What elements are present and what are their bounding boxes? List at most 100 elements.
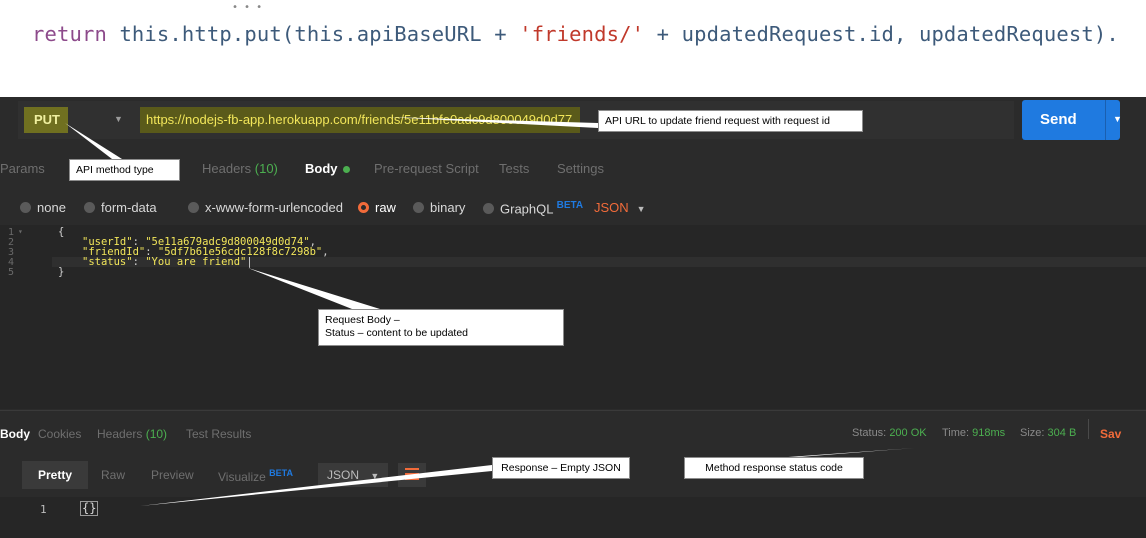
tab-headers[interactable]: Headers (10) bbox=[202, 161, 278, 176]
send-button[interactable]: Send ▼ bbox=[1022, 100, 1122, 140]
code-string-literal: 'friends/' bbox=[519, 22, 645, 46]
annotation-response: Response – Empty JSON bbox=[492, 457, 630, 479]
resp-tab-headers[interactable]: Headers (10) bbox=[97, 427, 167, 441]
method-label: PUT bbox=[24, 107, 68, 133]
annotation-url: API URL to update friend request with re… bbox=[598, 110, 863, 132]
field-trail: , bbox=[322, 246, 329, 258]
url-bar-row: PUT ▼ https://nodejs-fb-app.herokuapp.co… bbox=[0, 97, 1146, 144]
code-line-status: "status": "You are friend"| bbox=[82, 256, 253, 268]
view-preview[interactable]: Preview bbox=[151, 468, 194, 482]
open-brace: { bbox=[58, 226, 65, 238]
radio-binary[interactable]: binary bbox=[413, 200, 465, 215]
chevron-down-icon: ▼ bbox=[636, 204, 646, 214]
close-brace: } bbox=[58, 266, 65, 278]
request-body-editor[interactable]: 1 ▾ 2 3 4 5 { "userId": "5e11a679adc9d80… bbox=[0, 225, 1146, 409]
code-snippet-line: return this.http.put(this.apiBaseURL + '… bbox=[32, 22, 1119, 46]
radio-graphql-label: GraphQL bbox=[500, 201, 553, 217]
radio-binary-label: binary bbox=[430, 200, 466, 215]
body-format-label: JSON bbox=[594, 200, 629, 215]
time-label: Time: bbox=[942, 427, 970, 439]
status-code: Status: 200 OK bbox=[852, 427, 927, 439]
resp-tab-body[interactable]: Body bbox=[0, 427, 30, 441]
view-pretty[interactable]: Pretty bbox=[38, 468, 72, 482]
visualize-beta-badge: BETA bbox=[269, 468, 293, 478]
wrap-lines-icon bbox=[405, 468, 419, 482]
send-options-chevron-icon[interactable]: ▼ bbox=[1113, 114, 1122, 124]
field-key: "status" bbox=[82, 256, 133, 268]
line-number: 5 bbox=[8, 267, 15, 278]
body-indicator-dot-icon bbox=[342, 166, 350, 174]
fold-chevron-icon[interactable]: ▾ bbox=[18, 227, 23, 236]
annotation-status-code: Method response status code bbox=[684, 457, 864, 479]
tab-pre-request-script[interactable]: Pre-request Script bbox=[374, 161, 479, 176]
code-fold-dots: • • • bbox=[232, 2, 263, 13]
url-text: https://nodejs-fb-app.herokuapp.com/frie… bbox=[140, 107, 581, 133]
method-select[interactable]: PUT ▼ bbox=[18, 101, 134, 139]
tab-headers-label: Headers bbox=[202, 161, 252, 176]
status-value: 200 OK bbox=[889, 427, 927, 439]
tab-headers-count: (10) bbox=[254, 161, 278, 176]
response-tabs: Body Cookies Headers (10) Test Results S… bbox=[0, 423, 1146, 447]
radio-icon bbox=[20, 202, 31, 213]
code-line-open: { bbox=[58, 226, 64, 238]
tab-params[interactable]: Params bbox=[0, 161, 45, 176]
editor-gutter: 1 ▾ 2 3 4 5 bbox=[0, 225, 52, 409]
response-line-number: 1 bbox=[40, 503, 47, 516]
wrap-lines-button[interactable] bbox=[398, 463, 426, 487]
radio-none[interactable]: none bbox=[20, 200, 66, 215]
view-visualize[interactable]: Visualize BETA bbox=[218, 468, 293, 484]
radio-form-data[interactable]: form-data bbox=[84, 200, 157, 215]
radio-icon bbox=[413, 202, 424, 213]
body-type-options: none form-data x-www-form-urlencoded raw… bbox=[0, 194, 1146, 222]
view-raw[interactable]: Raw bbox=[101, 468, 125, 482]
body-format-select[interactable]: JSON ▼ bbox=[594, 200, 646, 215]
view-visualize-label: Visualize bbox=[218, 470, 266, 484]
response-format-label: JSON bbox=[327, 468, 360, 482]
annotation-request-body-line-2: Status – content to be updated bbox=[325, 327, 469, 339]
response-content: {} bbox=[80, 501, 99, 516]
response-body-viewer[interactable]: 1 {} bbox=[0, 497, 1146, 538]
annotation-method: API method type bbox=[69, 159, 180, 181]
text-cursor: | bbox=[246, 256, 253, 268]
response-time: Time: 918ms bbox=[942, 427, 1005, 439]
response-size: Size: 304 B bbox=[1020, 427, 1076, 439]
response-format-select[interactable]: JSON ▼ bbox=[318, 463, 388, 487]
code-snippet-strip: • • • return this.http.put(this.apiBaseU… bbox=[0, 0, 1146, 56]
radio-raw-label: raw bbox=[375, 200, 396, 215]
annotation-request-body: Request Body – Status – content to be up… bbox=[318, 309, 564, 346]
save-separator bbox=[1088, 419, 1089, 439]
send-divider bbox=[1105, 100, 1106, 140]
annotation-request-body-line-1: Request Body – bbox=[325, 314, 400, 326]
resp-tab-headers-label: Headers bbox=[97, 427, 143, 441]
tab-body[interactable]: Body bbox=[305, 161, 350, 176]
radio-icon bbox=[84, 202, 95, 213]
resp-tab-cookies[interactable]: Cookies bbox=[38, 427, 81, 441]
url-input[interactable]: https://nodejs-fb-app.herokuapp.com/frie… bbox=[134, 101, 1014, 139]
save-response-button[interactable]: Sav bbox=[1100, 427, 1121, 441]
send-label: Send bbox=[1040, 111, 1077, 128]
radio-icon bbox=[188, 202, 199, 213]
field-value: "You are friend" bbox=[145, 256, 247, 268]
graphql-beta-badge: BETA bbox=[556, 200, 584, 211]
response-divider bbox=[0, 410, 1146, 411]
size-label: Size: bbox=[1020, 427, 1045, 439]
tab-settings[interactable]: Settings bbox=[557, 161, 604, 176]
resp-tab-test-results[interactable]: Test Results bbox=[186, 427, 251, 441]
resp-tab-headers-count: (10) bbox=[145, 427, 168, 441]
radio-graphql[interactable]: GraphQL BETA bbox=[483, 200, 583, 216]
radio-none-label: none bbox=[37, 200, 66, 215]
tab-tests[interactable]: Tests bbox=[499, 161, 529, 176]
code-part-1: this.http.put(this.apiBaseURL + bbox=[106, 22, 520, 46]
code-keyword-return: return bbox=[32, 22, 107, 46]
code-line-close: } bbox=[58, 266, 64, 278]
tab-body-label: Body bbox=[305, 161, 338, 176]
chevron-down-icon: ▼ bbox=[114, 114, 123, 124]
radio-urlencoded[interactable]: x-www-form-urlencoded bbox=[188, 200, 343, 215]
radio-urlencoded-label: x-www-form-urlencoded bbox=[205, 200, 343, 215]
chevron-down-icon: ▼ bbox=[370, 471, 380, 481]
radio-icon bbox=[483, 203, 494, 215]
time-value: 918ms bbox=[972, 427, 1006, 439]
radio-raw[interactable]: raw bbox=[358, 200, 396, 215]
size-value: 304 B bbox=[1047, 427, 1077, 439]
code-part-2: + updatedRequest.id, updatedRequest). bbox=[644, 22, 1119, 46]
